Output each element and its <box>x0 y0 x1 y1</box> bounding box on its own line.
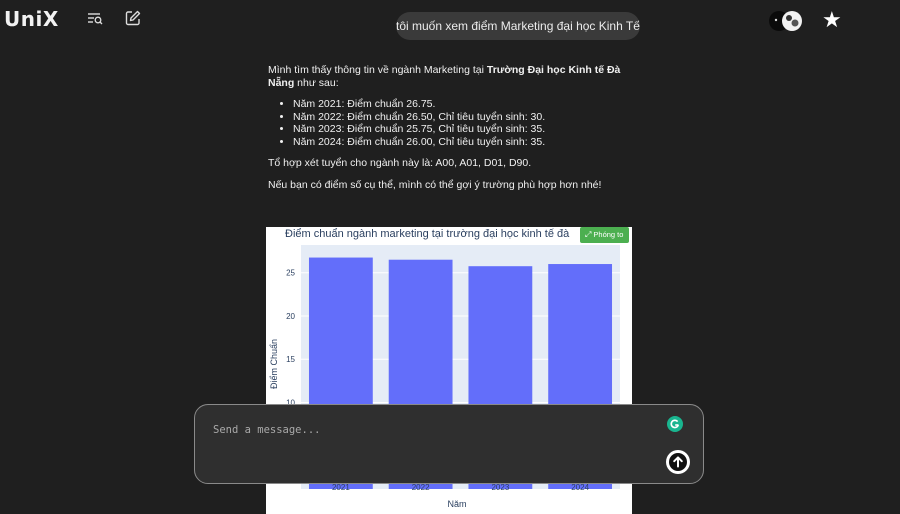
star-icon[interactable]: ★ <box>822 8 842 34</box>
search-history-glyph <box>88 13 103 25</box>
x-tick-label: 2022 <box>412 483 430 492</box>
zoom-button[interactable]: ⤢ Phóng to <box>580 227 630 243</box>
list-item: Năm 2022: Điểm chuẩn 26.50, Chỉ tiêu tuy… <box>293 111 638 124</box>
y-tick-label: 25 <box>286 269 295 278</box>
y-tick-label: 20 <box>286 312 295 321</box>
y-axis-label: Điểm Chuẩn <box>269 339 279 389</box>
new-chat-glyph <box>125 10 141 26</box>
list-item: Năm 2021: Điểm chuẩn 26.75. <box>293 98 638 111</box>
list-item: Năm 2023: Điểm chuẩn 25.75, Chỉ tiêu tuy… <box>293 123 638 136</box>
answer-intro-text: Mình tìm thấy thông tin về ngành Marketi… <box>268 64 487 76</box>
zoom-button-label: Phóng to <box>593 230 624 239</box>
answer-combo: Tổ hợp xét tuyển cho ngành này là: A00, … <box>268 157 532 169</box>
x-tick-label: 2024 <box>571 483 589 492</box>
grammarly-glyph <box>670 419 680 429</box>
message-composer <box>194 404 704 484</box>
answer-closing: Nếu bạn có điểm số cụ thể, mình có thể g… <box>268 178 602 191</box>
arrow-up-icon <box>669 453 687 471</box>
list-item: Năm 2024: Điểm chuẩn 26.00, Chỉ tiêu tuy… <box>293 136 638 149</box>
answer-intro: Mình tìm thấy thông tin về ngành Marketi… <box>268 64 638 89</box>
grammarly-icon[interactable] <box>667 416 683 432</box>
expand-icon: ⤢ <box>585 230 592 239</box>
x-axis-label: Năm <box>447 499 466 509</box>
x-tick-label: 2021 <box>332 483 350 492</box>
new-chat-icon[interactable] <box>124 9 142 27</box>
y-tick-label: 15 <box>286 355 295 364</box>
score-list: Năm 2021: Điểm chuẩn 26.75. Năm 2022: Đi… <box>293 98 638 148</box>
avatar-image <box>769 11 802 31</box>
send-button[interactable] <box>666 450 690 474</box>
x-tick-label: 2023 <box>491 483 509 492</box>
message-input[interactable] <box>213 421 633 439</box>
unix-logo: UniX <box>4 7 59 31</box>
user-message-bubble: tôi muốn xem điểm Marketing đại học Kinh… <box>396 12 640 40</box>
answer-intro-suffix: như sau: <box>294 76 339 89</box>
user-avatar[interactable] <box>768 10 804 32</box>
search-history-icon[interactable] <box>86 9 104 27</box>
chart-title: Điểm chuẩn ngành marketing tại trường đạ… <box>285 228 570 240</box>
assistant-answer: Mình tìm thấy thông tin về ngành Marketi… <box>268 64 638 200</box>
